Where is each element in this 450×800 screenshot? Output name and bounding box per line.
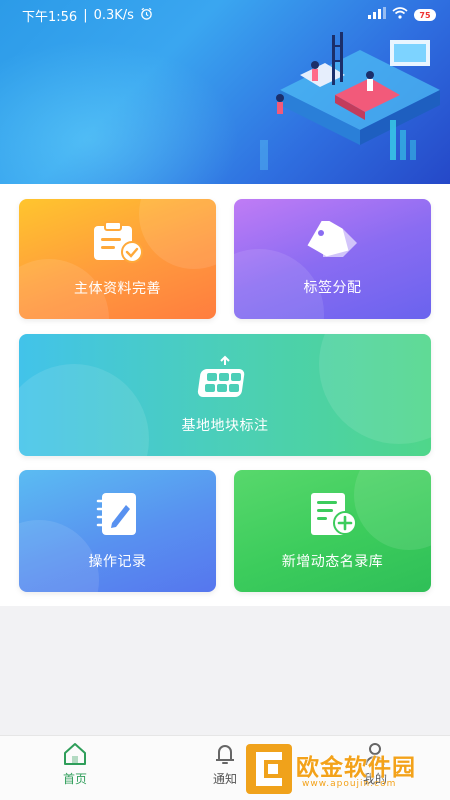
watermark-url: www.apoujin.com [302,779,397,789]
banner-glow [0,40,240,184]
card-label: 基地地块标注 [181,418,269,434]
card-plot-marking[interactable]: 基地地块标注 [19,334,431,456]
status-time: 下午1:56 [22,9,78,25]
card-entity-info[interactable]: 主体资料完善 [19,199,216,319]
card-label: 新增动态名录库 [281,554,384,570]
watermark: 欧金软件园 www.apoujin.com [246,742,444,796]
alarm-icon [140,7,153,24]
tag-icon [307,217,359,267]
field-plot-icon [197,355,253,405]
nav-home-label: 首页 [62,772,87,786]
bell-icon [211,740,239,768]
card-label: 操作记录 [88,554,147,570]
notebook-edit-icon [94,491,142,541]
office-illustration [260,32,440,170]
card-add-directory[interactable]: 新增动态名录库 [234,470,431,592]
header-banner: 下午1:56 | 0.3K/s 75 [0,0,450,184]
status-speed: 0.3K/s [93,7,134,23]
nav-home[interactable]: 首页 [35,740,115,794]
menu-grid: 主体资料完善 标签分配 基地地块标注 操作记录 新增动态名录库 [0,184,450,606]
document-add-icon [307,491,359,541]
card-label: 标签分配 [303,280,362,296]
clipboard-check-icon [92,220,144,268]
card-label: 主体资料完善 [74,281,161,297]
watermark-text: 欧金软件园 [296,755,416,781]
card-operation-log[interactable]: 操作记录 [19,470,216,592]
watermark-logo-icon [246,744,292,794]
card-tag-assign[interactable]: 标签分配 [234,199,431,319]
home-icon [61,740,89,768]
nav-notice-label: 通知 [212,772,237,786]
